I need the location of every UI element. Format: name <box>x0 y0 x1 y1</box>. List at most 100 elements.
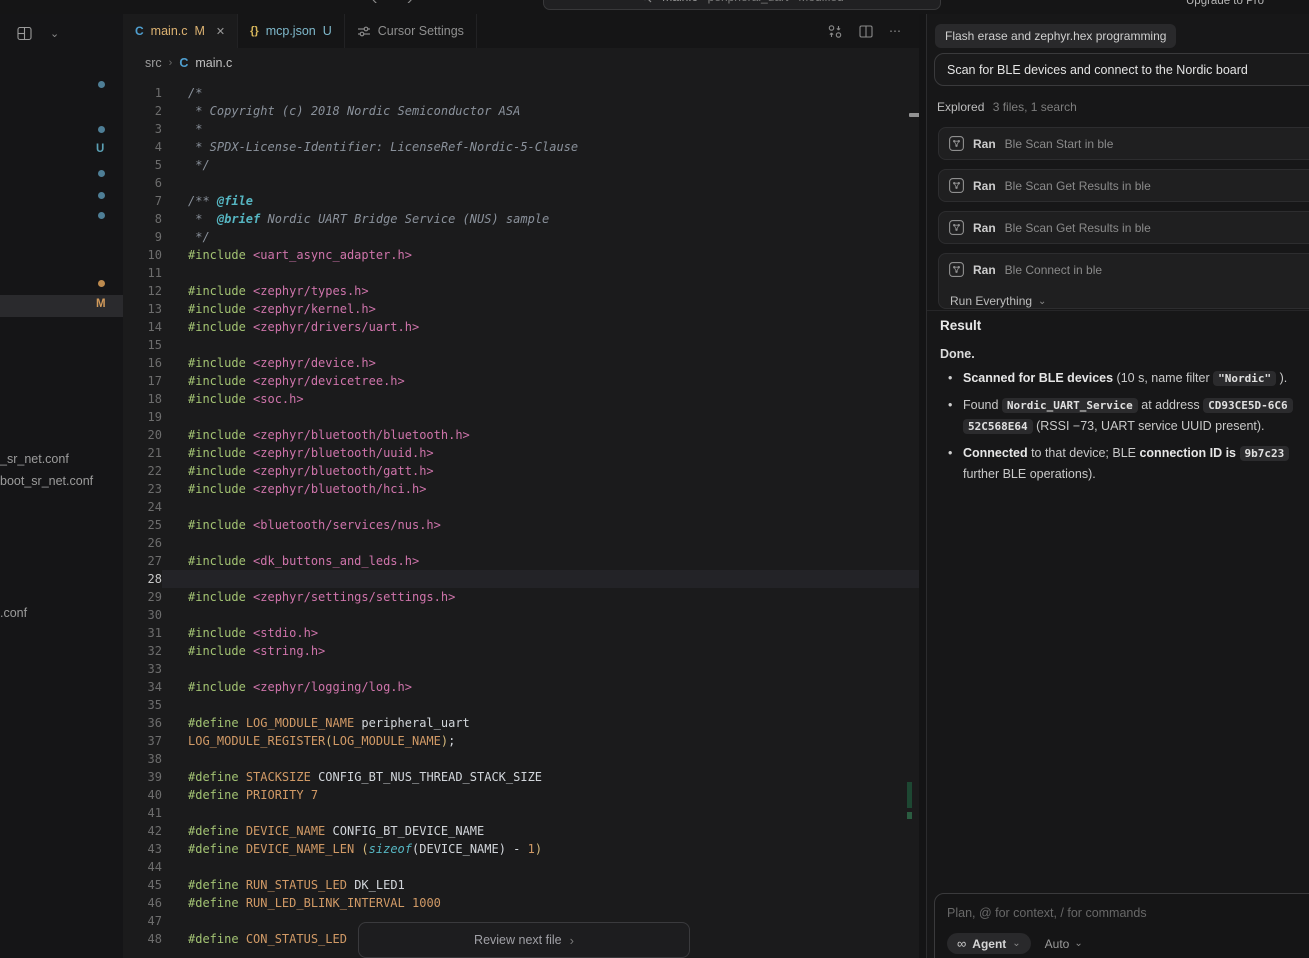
close-icon[interactable]: ✕ <box>216 25 225 38</box>
tab-cursor-settings[interactable]: Cursor Settings <box>345 14 477 48</box>
line-content: * Copyright (c) 2018 Nordic Semiconducto… <box>162 102 919 120</box>
line-number: 34 <box>123 678 162 696</box>
open-changes-icon[interactable] <box>827 24 843 39</box>
chat-input[interactable]: Plan, @ for context, / for commands ∞ Ag… <box>934 893 1309 958</box>
code-line[interactable]: 22#include <zephyr/bluetooth/gatt.h> <box>123 462 919 480</box>
result-bullet: Connected to that device; BLE connection… <box>940 443 1309 484</box>
code-line[interactable]: 3 * <box>123 120 919 138</box>
agent-mode-dropdown[interactable]: ∞ Agent ⌄ <box>947 933 1031 954</box>
previous-task-chip[interactable]: Flash erase and zephyr.hex programming <box>935 24 1176 48</box>
code-line[interactable]: 43#define DEVICE_NAME_LEN (sizeof(DEVICE… <box>123 840 919 858</box>
line-content <box>162 336 919 354</box>
line-content <box>162 858 919 876</box>
code-line[interactable]: 17#include <zephyr/devicetree.h> <box>123 372 919 390</box>
code-line[interactable]: 27#include <dk_buttons_and_leds.h> <box>123 552 919 570</box>
code-line[interactable]: 31#include <stdio.h> <box>123 624 919 642</box>
line-content: #define RUN_LED_BLINK_INTERVAL 1000 <box>162 894 919 912</box>
code-line[interactable]: 36#define LOG_MODULE_NAME peripheral_uar… <box>123 714 919 732</box>
line-content: * <box>162 120 919 138</box>
code-line[interactable]: 28 <box>123 570 919 588</box>
line-number: 12 <box>123 282 162 300</box>
code-line[interactable]: 29#include <zephyr/settings/settings.h> <box>123 588 919 606</box>
sidebar-file-item[interactable]: boot_sr_net.conf <box>0 474 93 488</box>
code-line[interactable]: 6 <box>123 174 919 192</box>
code-line[interactable]: 16#include <zephyr/device.h> <box>123 354 919 372</box>
search-file-name: main.c <box>662 0 697 4</box>
line-number: 5 <box>123 156 162 174</box>
tool-call-card[interactable]: RanBle Scan Get Results in ble <box>938 169 1309 202</box>
tool-call-card[interactable]: RanBle Connect in bleRun Everything⌄ <box>938 253 1309 309</box>
breadcrumb-folder[interactable]: src <box>145 56 162 70</box>
main-row: ⌄ UM _sr_net.confboot_sr_net.conf.conf C… <box>0 14 1309 958</box>
code-line[interactable]: 41 <box>123 804 919 822</box>
tab-bar: C main.c M ✕ {} mcp.json U Cursor Settin… <box>123 14 919 48</box>
line-content: #define DEVICE_NAME CONFIG_BT_DEVICE_NAM… <box>162 822 919 840</box>
code-line[interactable]: 26 <box>123 534 919 552</box>
code-line[interactable]: 33 <box>123 660 919 678</box>
code-line[interactable]: 20#include <zephyr/bluetooth/bluetooth.h… <box>123 426 919 444</box>
line-content: /* <box>162 84 919 102</box>
line-content: #define DEVICE_NAME_LEN (sizeof(DEVICE_N… <box>162 840 919 858</box>
sidebar-file-item[interactable]: _sr_net.conf <box>0 452 69 466</box>
git-status-dot <box>98 212 105 219</box>
code-line[interactable]: 12#include <zephyr/types.h> <box>123 282 919 300</box>
code-line[interactable]: 25#include <bluetooth/services/nus.h> <box>123 516 919 534</box>
tool-call-card[interactable]: RanBle Scan Start in ble <box>938 127 1309 160</box>
code-line[interactable]: 14#include <zephyr/drivers/uart.h> <box>123 318 919 336</box>
model-dropdown[interactable]: Auto ⌄ <box>1045 937 1083 951</box>
tool-ran-label: Ran <box>973 221 996 235</box>
breadcrumb[interactable]: src › C main.c <box>123 48 919 78</box>
sidebar-file-item[interactable]: .conf <box>0 606 27 620</box>
code-line[interactable]: 30 <box>123 606 919 624</box>
code-line[interactable]: 44 <box>123 858 919 876</box>
code-line[interactable]: 11 <box>123 264 919 282</box>
code-line[interactable]: 23#include <zephyr/bluetooth/hci.h> <box>123 480 919 498</box>
tool-call-card[interactable]: RanBle Scan Get Results in ble <box>938 211 1309 244</box>
split-editor-icon[interactable] <box>859 25 873 38</box>
tab-mcp-json[interactable]: {} mcp.json U <box>238 14 345 48</box>
code-line[interactable]: 15 <box>123 336 919 354</box>
overview-ruler-mark <box>909 113 919 117</box>
code-line[interactable]: 19 <box>123 408 919 426</box>
code-line[interactable]: 2 * Copyright (c) 2018 Nordic Semiconduc… <box>123 102 919 120</box>
code-line[interactable]: 45#define RUN_STATUS_LED DK_LED1 <box>123 876 919 894</box>
code-line[interactable]: 4 * SPDX-License-Identifier: LicenseRef-… <box>123 138 919 156</box>
code-line[interactable]: 46#define RUN_LED_BLINK_INTERVAL 1000 <box>123 894 919 912</box>
explorer-header[interactable]: ⌄ <box>17 26 59 41</box>
code-line[interactable]: 7/** @file <box>123 192 919 210</box>
line-number: 27 <box>123 552 162 570</box>
code-line[interactable]: 13#include <zephyr/kernel.h> <box>123 300 919 318</box>
search-icon <box>640 0 652 3</box>
code-line[interactable]: 1/* <box>123 84 919 102</box>
code-line[interactable]: 8 * @brief Nordic UART Bridge Service (N… <box>123 210 919 228</box>
upgrade-to-pro-button[interactable]: Upgrade to Pro <box>1186 0 1264 7</box>
code-line[interactable]: 5 */ <box>123 156 919 174</box>
code-line[interactable]: 24 <box>123 498 919 516</box>
run-everything-button[interactable]: Run Everything⌄ <box>949 294 1309 308</box>
code-line[interactable]: 40#define PRIORITY 7 <box>123 786 919 804</box>
code-line[interactable]: 35 <box>123 696 919 714</box>
code-line[interactable]: 9 */ <box>123 228 919 246</box>
settings-sliders-icon <box>357 25 371 37</box>
explored-summary[interactable]: Explored 3 files, 1 search <box>937 100 1077 114</box>
code-line[interactable]: 32#include <string.h> <box>123 642 919 660</box>
code-line[interactable]: 38 <box>123 750 919 768</box>
titlebar-search[interactable]: main.c peripheral_uart Modified <box>543 0 941 10</box>
more-actions-icon[interactable]: ⋯ <box>889 24 901 38</box>
code-line[interactable]: 18#include <soc.h> <box>123 390 919 408</box>
line-content: * SPDX-License-Identifier: LicenseRef-No… <box>162 138 919 156</box>
review-next-file-button[interactable]: Review next file › <box>358 922 690 958</box>
code-line[interactable]: 34#include <zephyr/logging/log.h> <box>123 678 919 696</box>
line-content: #define PRIORITY 7 <box>162 786 919 804</box>
nav-forward-icon[interactable]: › <box>407 0 412 9</box>
code-line[interactable]: 42#define DEVICE_NAME CONFIG_BT_DEVICE_N… <box>123 822 919 840</box>
nav-back-icon[interactable]: ‹ <box>372 0 377 9</box>
code-line[interactable]: 37LOG_MODULE_REGISTER(LOG_MODULE_NAME); <box>123 732 919 750</box>
breadcrumb-file[interactable]: main.c <box>195 56 232 70</box>
code-line[interactable]: 10#include <uart_async_adapter.h> <box>123 246 919 264</box>
code-line[interactable]: 39#define STACKSIZE CONFIG_BT_NUS_THREAD… <box>123 768 919 786</box>
line-number: 37 <box>123 732 162 750</box>
code-editor[interactable]: 1/*2 * Copyright (c) 2018 Nordic Semicon… <box>123 78 919 958</box>
code-line[interactable]: 21#include <zephyr/bluetooth/uuid.h> <box>123 444 919 462</box>
tab-main-c[interactable]: C main.c M ✕ <box>123 14 238 48</box>
